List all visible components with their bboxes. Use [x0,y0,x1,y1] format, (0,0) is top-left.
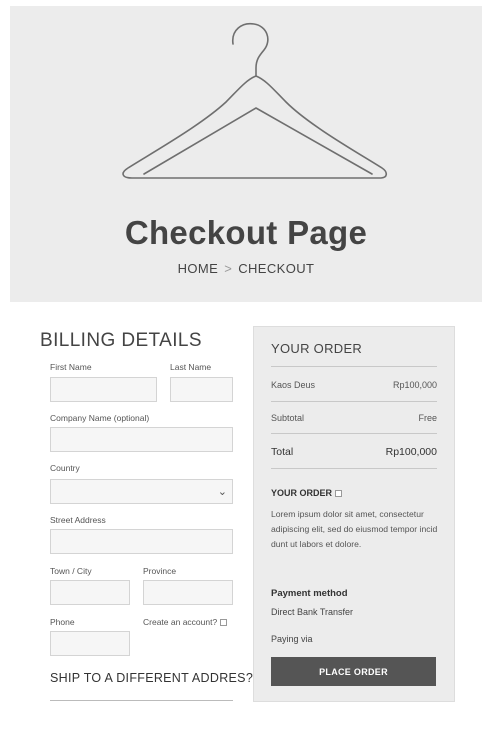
first-name-field[interactable] [50,377,157,402]
street-label: Street Address [50,515,106,525]
total-label: Total [271,446,294,458]
first-name-label: First Name [50,362,92,372]
order-heading: YOUR ORDER [271,341,363,356]
payment-method-value: Direct Bank Transfer [271,607,354,617]
order-note-heading-text: YOUR ORDER [271,488,333,498]
total-value: Rp100,000 [385,446,437,458]
order-item-price: Rp100,000 [392,380,437,390]
divider [271,401,437,402]
breadcrumb-home-link[interactable]: HOME [178,261,219,276]
create-account-option[interactable]: Create an account? [143,617,228,627]
paying-via-label: Paying via [271,634,313,644]
order-note-checkbox[interactable] [335,490,343,498]
hanger-icon [122,22,388,179]
province-field[interactable] [143,580,233,605]
page-title: Checkout Page [124,214,368,251]
divider [271,366,437,367]
create-account-checkbox[interactable] [220,619,228,627]
hero-banner: Checkout Page HOME > CHECKOUT [10,6,482,302]
last-name-field[interactable] [170,377,233,402]
subtotal-row: Subtotal Free [271,413,437,423]
chevron-down-icon: ⌄ [217,486,227,498]
ship-different-address-heading[interactable]: SHIP TO A DIFFERENT ADDRES? [50,671,253,685]
country-select[interactable]: ⌄ [50,479,233,504]
breadcrumb: HOME > CHECKOUT [10,261,482,276]
payment-method-heading: Payment method [271,588,348,599]
billing-heading: BILLING DETAILS [40,330,202,351]
order-summary-panel: YOUR ORDER Kaos Deus Rp100,000 Subtotal … [253,326,455,702]
order-item-name: Kaos Deus [271,380,316,390]
divider [271,468,437,469]
order-note-text: Lorem ipsum dolor sit amet, consectetur … [271,509,438,549]
company-field[interactable] [50,427,233,452]
order-note-heading: YOUR ORDER [271,488,343,498]
last-name-label: Last Name [170,362,212,372]
breadcrumb-separator: > [224,261,233,276]
country-label: Country [50,463,80,473]
street-field[interactable] [50,529,233,554]
divider [50,700,233,701]
company-label: Company Name (optional) [50,413,150,423]
divider [271,433,437,434]
town-field[interactable] [50,580,130,605]
town-label: Town / City [50,566,92,576]
breadcrumb-current: CHECKOUT [238,261,315,276]
province-label: Province [143,566,177,576]
phone-field[interactable] [50,631,130,656]
subtotal-value: Free [418,413,437,423]
create-account-label: Create an account? [143,617,218,627]
place-order-button[interactable]: PLACE ORDER [271,657,436,686]
subtotal-label: Subtotal [271,413,305,423]
phone-label: Phone [50,617,75,627]
total-row: Total Rp100,000 [271,446,437,458]
order-item-row: Kaos Deus Rp100,000 [271,380,437,390]
